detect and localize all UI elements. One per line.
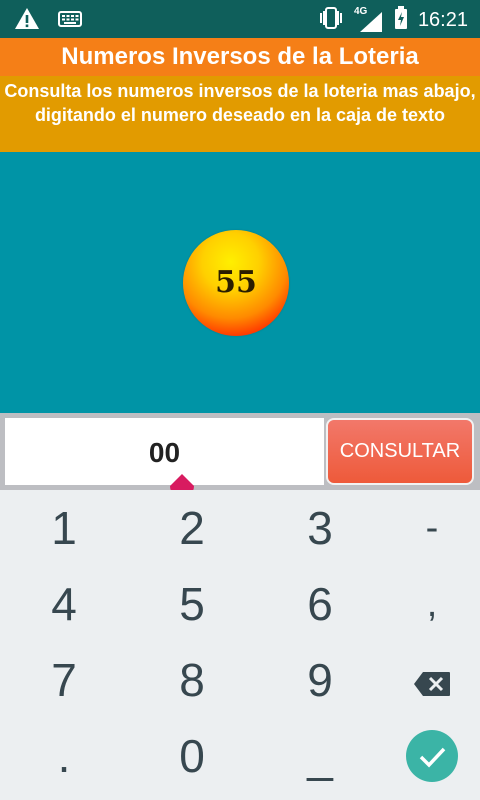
clock: 16:21	[417, 9, 468, 31]
key-5[interactable]: 5	[132, 566, 252, 642]
key-comma[interactable]: ,	[372, 566, 480, 642]
app-title: Numeros Inversos de la Loteria	[0, 38, 480, 76]
key-0[interactable]: 0	[132, 718, 252, 794]
status-right-icons: 4G 16:21	[318, 6, 468, 35]
warning-icon	[14, 7, 40, 36]
number-input[interactable]	[5, 418, 324, 485]
done-button[interactable]	[406, 730, 458, 782]
key-space[interactable]: _	[260, 718, 380, 794]
instructions-text: Consulta los numeros inversos de la lote…	[0, 76, 480, 152]
backspace-key[interactable]	[372, 642, 480, 718]
key-2[interactable]: 2	[132, 490, 252, 566]
status-left-icons	[14, 7, 82, 36]
status-bar: 4G 16:21	[0, 0, 480, 38]
key-9[interactable]: 9	[260, 642, 380, 718]
key-3[interactable]: 3	[260, 490, 380, 566]
backspace-icon	[414, 671, 450, 696]
key-minus[interactable]: -	[372, 490, 480, 566]
key-1[interactable]: 1	[4, 490, 124, 566]
key-7[interactable]: 7	[4, 642, 124, 718]
input-row: CONSULTAR	[0, 413, 480, 490]
ball-number: 55	[215, 265, 257, 300]
lottery-ball: 55	[183, 230, 289, 336]
key-8[interactable]: 8	[132, 642, 252, 718]
consult-button[interactable]: CONSULTAR	[326, 418, 474, 485]
key-6[interactable]: 6	[260, 566, 380, 642]
key-period[interactable]: .	[4, 718, 124, 794]
key-4[interactable]: 4	[4, 566, 124, 642]
vibrate-icon	[318, 6, 344, 35]
battery-charging-icon	[394, 6, 408, 35]
keyboard-icon	[58, 11, 82, 32]
signal-icon: 4G	[354, 6, 384, 34]
main-area: 55	[0, 152, 480, 413]
numeric-keypad: 1 2 3 - 4 5 6 , 7 8 9 . 0 _	[0, 490, 480, 800]
done-icon	[419, 747, 446, 768]
